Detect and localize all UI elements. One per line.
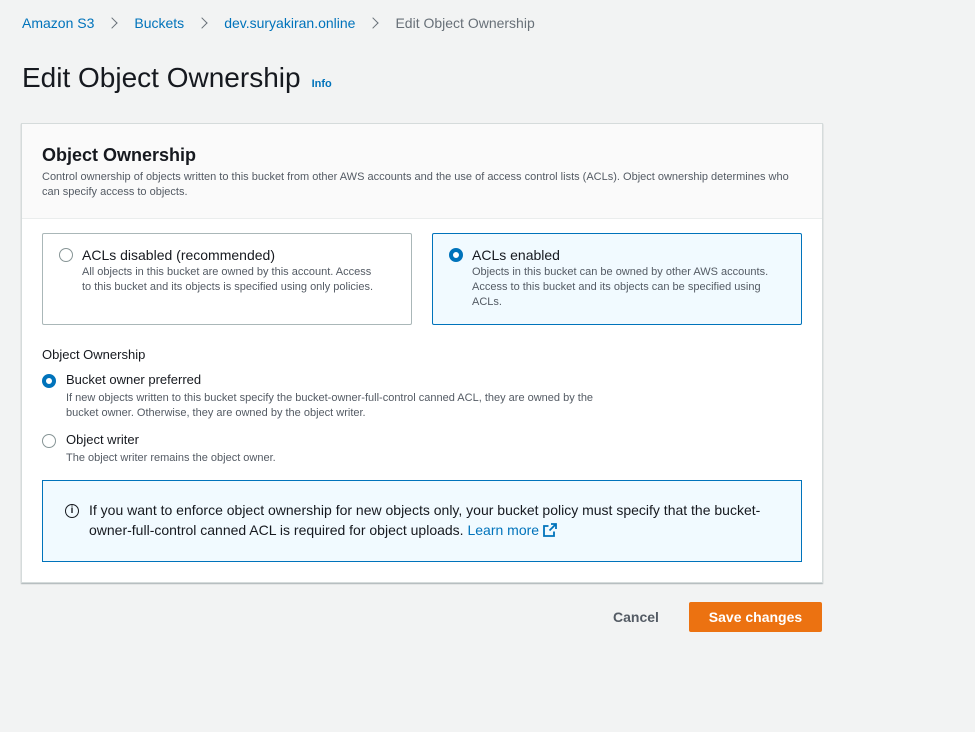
cancel-button[interactable]: Cancel — [598, 602, 674, 632]
breadcrumb-bucket-name[interactable]: dev.suryakiran.online — [224, 15, 355, 31]
tile-description: Objects in this bucket can be owned by o… — [472, 266, 769, 308]
save-changes-button[interactable]: Save changes — [689, 602, 822, 632]
info-circle-icon: i — [65, 504, 79, 518]
option-description: If new objects written to this bucket sp… — [66, 392, 594, 419]
panel-header: Object Ownership Control ownership of ob… — [22, 124, 822, 219]
alert-text-block: If you want to enforce object ownership … — [89, 500, 779, 540]
panel-title: Object Ownership — [42, 145, 197, 165]
breadcrumb-current: Edit Object Ownership — [395, 15, 535, 31]
external-link-icon — [543, 523, 557, 537]
option-label: Bucket owner preferred — [66, 372, 202, 387]
tile-label: ACLs disabled (recommended) — [82, 247, 275, 263]
radio-acls-disabled[interactable] — [59, 248, 73, 262]
tile-acls-enabled[interactable]: ACLs enabled Objects in this bucket can … — [432, 233, 802, 325]
breadcrumb-amazon-s3[interactable]: Amazon S3 — [22, 15, 94, 31]
chevron-right-icon — [367, 17, 380, 29]
page-title: Edit Object Ownership — [22, 62, 301, 93]
ownership-group-label: Object Ownership — [42, 347, 146, 362]
option-object-writer[interactable]: Object writer The object writer remains … — [42, 432, 642, 466]
radio-acls-enabled[interactable] — [449, 248, 463, 262]
option-bucket-owner-preferred[interactable]: Bucket owner preferred If new objects wr… — [42, 372, 642, 421]
breadcrumb: Amazon S3 Buckets dev.suryakiran.online … — [22, 14, 535, 32]
alert-text: If you want to enforce object ownership … — [89, 502, 761, 538]
option-label: Object writer — [66, 432, 139, 447]
learn-more-label: Learn more — [467, 522, 540, 538]
chevron-right-icon — [196, 17, 208, 29]
radio-bucket-owner-preferred[interactable] — [42, 374, 56, 388]
learn-more-link[interactable]: Learn more — [467, 522, 557, 538]
option-description: The object writer remains the object own… — [66, 452, 276, 464]
info-alert: i If you want to enforce object ownershi… — [42, 480, 802, 562]
tile-label: ACLs enabled — [472, 247, 560, 263]
chevron-right-icon — [106, 17, 119, 29]
info-link[interactable]: Info — [312, 78, 332, 90]
radio-object-writer[interactable] — [42, 434, 56, 448]
panel-description: Control ownership of objects written to … — [42, 171, 789, 198]
object-ownership-panel: Object Ownership Control ownership of ob… — [21, 123, 823, 583]
page-header: Edit Object Ownership Info — [22, 60, 332, 96]
breadcrumb-buckets[interactable]: Buckets — [134, 15, 184, 31]
tile-acls-disabled[interactable]: ACLs disabled (recommended) All objects … — [42, 233, 412, 325]
tile-description: All objects in this bucket are owned by … — [82, 266, 374, 293]
